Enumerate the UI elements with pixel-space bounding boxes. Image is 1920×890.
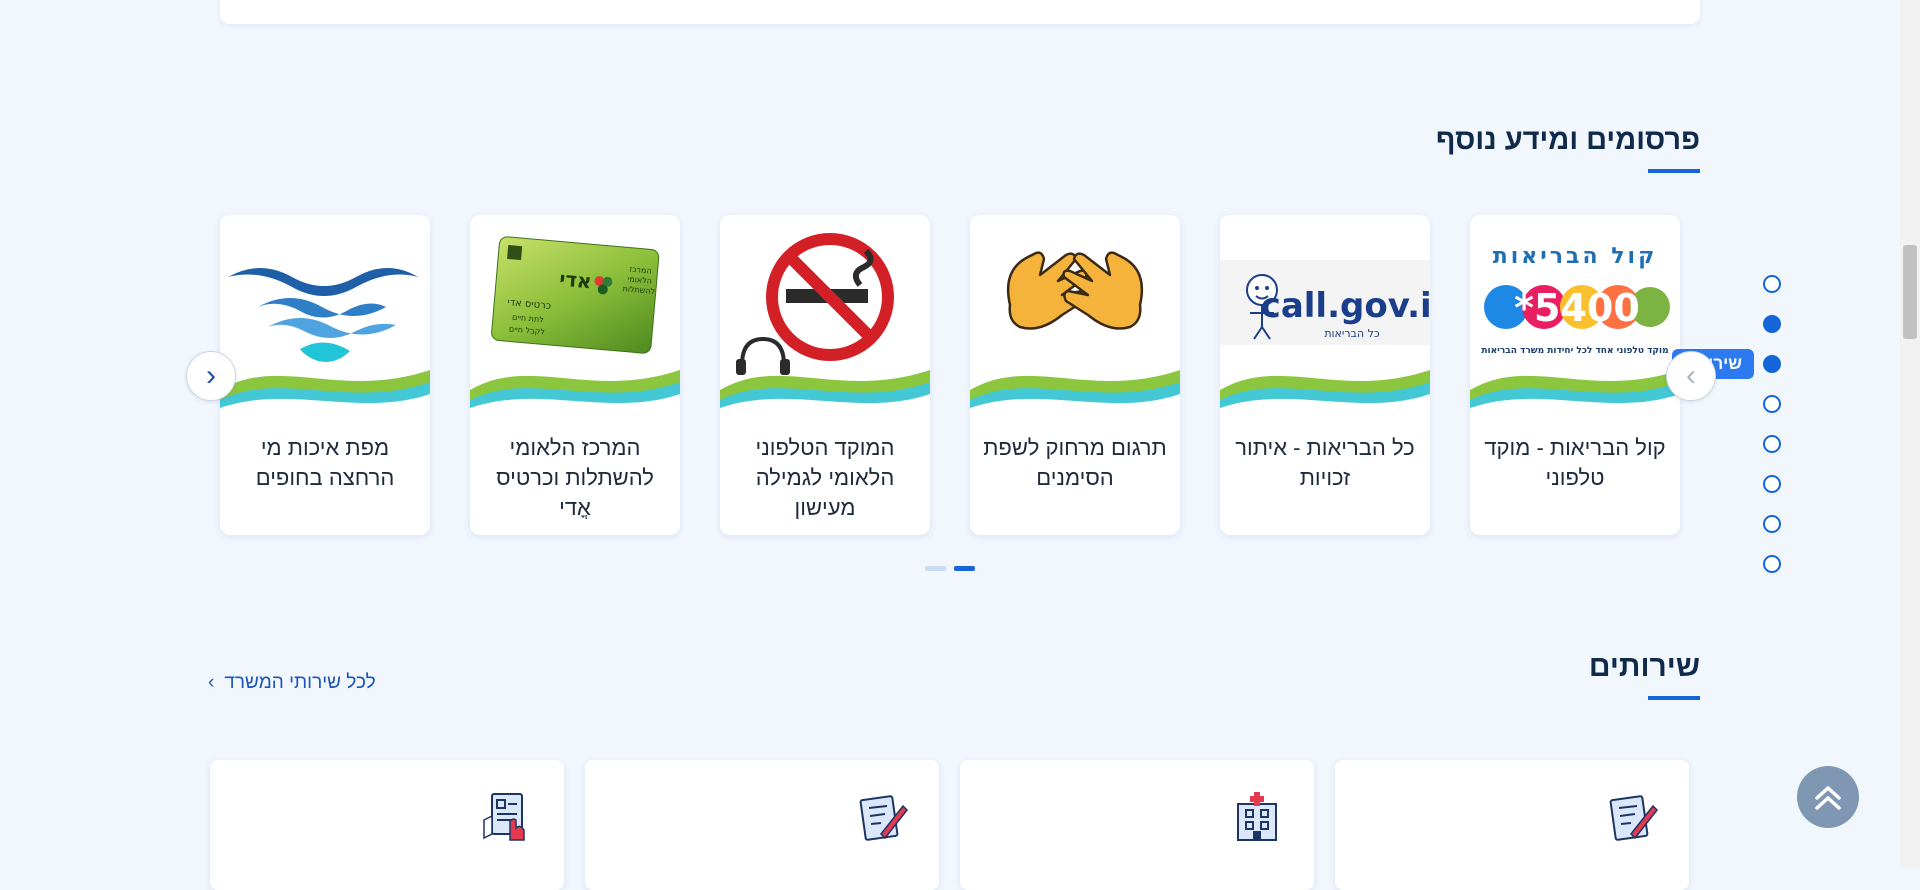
services-title-text: שירותים — [1588, 650, 1700, 683]
publication-card-beach-water[interactable]: מפת איכות מי הרחצה בחופים — [220, 215, 430, 535]
carousel-page-dot[interactable] — [925, 566, 946, 571]
publication-card-call-gov[interactable]: call.gov.il כל הבריאות כל הבריאות - איתו… — [1220, 215, 1430, 535]
all-services-link[interactable]: לכל שירותי המשרד › — [208, 672, 376, 694]
side-nav-dot[interactable] — [1763, 275, 1781, 293]
card-wave — [220, 370, 430, 440]
publications-title-text: פרסומים ומידע נוסף — [1435, 124, 1700, 156]
card-wave — [970, 370, 1180, 440]
service-card[interactable] — [960, 760, 1314, 890]
card-wave — [1220, 370, 1430, 440]
card-wave — [470, 370, 680, 440]
svg-text:המרכז: המרכז — [629, 265, 652, 276]
services-title: שירותים — [1588, 650, 1700, 700]
service-card[interactable] — [585, 760, 939, 890]
double-chevron-up-icon — [1815, 786, 1841, 810]
document-pen-icon — [859, 795, 909, 841]
scrollbar-thumb[interactable] — [1903, 245, 1917, 339]
card-wave — [720, 370, 930, 440]
publication-card-label: המרכז הלאומי להשתלות וכרטיס אֳדי — [496, 435, 654, 520]
side-nav-dot[interactable] — [1763, 515, 1781, 533]
hospital-icon — [1237, 792, 1277, 841]
svg-text:מוקד טלפוני אחד לכל יחידות משר: מוקד טלפוני אחד לכל יחידות משרד הבריאות — [1481, 346, 1668, 356]
side-nav-dot[interactable] — [1763, 355, 1781, 373]
scroll-to-top-button[interactable] — [1797, 766, 1859, 828]
publication-card-transplants[interactable]: אדי המרכז הלאומי להשתלות כרטיס אדי לתת ח… — [470, 215, 680, 535]
svg-text:כל הבריאות: כל הבריאות — [1324, 327, 1380, 340]
side-nav-dot[interactable] — [1763, 395, 1781, 413]
publications-title: פרסומים ומידע נוסף — [1435, 124, 1700, 173]
publication-card-label: כל הבריאות - איתור זכויות — [1235, 435, 1415, 490]
carousel-prev-button[interactable]: ‹ — [1666, 351, 1716, 401]
publication-card-quit-smoking[interactable]: המוקד הטלפוני הלאומי לגמילה מעישון — [720, 215, 930, 535]
svg-text:קול הבריאות: קול הבריאות — [1493, 244, 1658, 269]
publication-card-label: קול הבריאות - מוקד טלפוני — [1484, 435, 1666, 490]
side-nav-dot[interactable] — [1763, 315, 1781, 333]
title-underline — [1648, 169, 1700, 173]
publication-card-label: תרגום מרחוק לשפת הסימנים — [983, 435, 1167, 490]
side-nav-dot[interactable] — [1763, 475, 1781, 493]
publication-card-label: המוקד הטלפוני הלאומי לגמילה מעישון — [755, 435, 895, 520]
publication-card-sign-language[interactable]: תרגום מרחוק לשפת הסימנים — [970, 215, 1180, 535]
document-pen-icon — [1609, 795, 1659, 841]
publication-card-label: מפת איכות מי הרחצה בחופים — [255, 435, 395, 490]
service-card[interactable] — [210, 760, 564, 890]
page-scrollbar[interactable] — [1900, 0, 1920, 868]
card-wave — [1470, 370, 1680, 440]
title-underline — [1648, 696, 1700, 700]
side-nav-dot[interactable] — [1763, 435, 1781, 453]
svg-text:אדי: אדי — [558, 267, 592, 294]
side-nav-dot[interactable] — [1763, 555, 1781, 573]
chevron-left-icon: › — [208, 672, 215, 693]
service-card[interactable] — [1335, 760, 1689, 890]
carousel-page-dot-active[interactable] — [954, 566, 975, 571]
previous-section-card — [220, 0, 1700, 24]
svg-text:call.gov.il: call.gov.il — [1261, 286, 1430, 326]
all-services-label: לכל שירותי המשרד — [224, 672, 376, 693]
carousel-next-button[interactable]: › — [186, 351, 236, 401]
form-hand-icon — [483, 793, 525, 841]
publication-card-kol-habriut[interactable]: קול הבריאות *5400 מוקד טלפוני אחד לכל יח… — [1470, 215, 1680, 535]
svg-text:*5400: *5400 — [1514, 286, 1640, 330]
